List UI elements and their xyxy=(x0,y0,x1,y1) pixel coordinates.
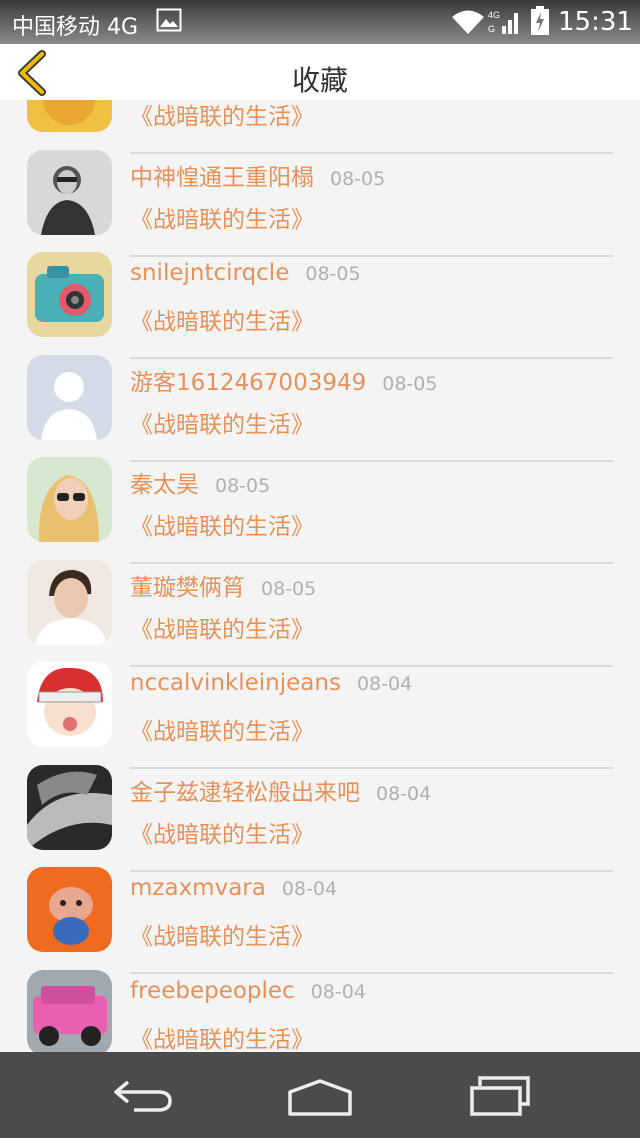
list-item[interactable]: 金子兹逮轻松般出来吧 08-04 《战暗联的生活》 xyxy=(0,745,640,872)
book-title: 《战暗联的生活》 xyxy=(130,1026,314,1053)
avatar xyxy=(27,149,112,235)
user-name: 金子兹逮轻松般出来吧 08-04 xyxy=(130,779,432,806)
date-label: 08-04 xyxy=(310,980,366,1003)
nav-recent-apps-icon[interactable] xyxy=(468,1074,532,1118)
carrier-label: 中国移动 4G xyxy=(12,15,139,40)
book-title: 《战暗联的生活》 xyxy=(130,514,314,540)
avatar xyxy=(27,457,112,542)
book-title: 《战暗联的生活》 xyxy=(130,616,314,643)
date-label: 08-05 xyxy=(215,475,271,497)
user-name: 秦太昊 08-05 xyxy=(130,472,271,498)
user-name: 中神惶通王重阳榻 08-05 xyxy=(130,164,386,191)
avatar xyxy=(27,559,112,645)
date-label: 08-05 xyxy=(330,167,386,190)
date-label: 08-05 xyxy=(261,577,317,600)
avatar xyxy=(27,969,112,1052)
page-title: 收藏 xyxy=(291,64,348,97)
book-title: 《战暗联的生活》 xyxy=(130,411,314,438)
image-icon xyxy=(156,8,182,32)
avatar xyxy=(27,764,112,850)
avatar xyxy=(27,354,112,440)
list-item[interactable]: freebepeoplec 08-04 《战暗联的生活》 xyxy=(0,950,640,1053)
date-label: 08-04 xyxy=(356,673,413,695)
date-label: 08-04 xyxy=(281,878,338,900)
book-title: 《战暗联的生活》 xyxy=(130,719,314,745)
wifi-icon xyxy=(452,10,484,34)
date-label: 08-04 xyxy=(376,782,432,805)
user-name: 游客1612467003949 08-05 xyxy=(130,369,438,396)
nav-home-icon[interactable] xyxy=(286,1078,354,1118)
svg-text:G: G xyxy=(488,24,495,34)
date-label: 08-05 xyxy=(305,263,361,285)
list-item[interactable]: nccalvinkleinjeans 08-04 《战暗联的生活》 xyxy=(0,642,640,769)
book-title: 《战暗联的生活》 xyxy=(130,821,314,848)
user-name: mzaxmvara 08-04 xyxy=(130,875,338,901)
list-item[interactable]: 游客1612467003949 08-05 《战暗联的生活》 xyxy=(0,335,640,462)
list-item[interactable]: 中神惶通王重阳榻 08-05 《战暗联的生活》 xyxy=(0,130,640,257)
book-title: 《战暗联的生活》 xyxy=(130,924,314,950)
list-item[interactable]: mzaxmvara 08-04 《战暗联的生活》 xyxy=(0,847,640,974)
favorites-list[interactable]: 《战暗联的生活》 中神惶通王重阳榻 08-05 《战暗联的生活》 snilejnt… xyxy=(0,100,640,1052)
avatar xyxy=(27,867,112,952)
user-name: 董璇樊俩筲 08-05 xyxy=(130,574,317,601)
user-name: snilejntcirqcle 08-05 xyxy=(130,260,361,286)
avatar xyxy=(27,252,112,337)
app-header: 收藏 xyxy=(0,44,640,100)
date-label: 08-05 xyxy=(382,372,438,395)
navigation-bar xyxy=(0,1052,640,1138)
book-title: 《战暗联的生活》 xyxy=(130,309,314,335)
battery-charging-icon xyxy=(531,6,549,35)
svg-text:4G: 4G xyxy=(488,10,500,20)
book-title: 《战暗联的生活》 xyxy=(130,104,314,130)
list-item[interactable]: 董璇樊俩筲 08-05 《战暗联的生活》 xyxy=(0,540,640,667)
list-item[interactable]: 秦太昊 08-05 《战暗联的生活》 xyxy=(0,437,640,564)
avatar xyxy=(27,662,112,747)
book-title: 《战暗联的生活》 xyxy=(130,206,314,233)
status-bar: 中国移动 4G 4G G 15:31 xyxy=(0,0,640,44)
clock: 15:31 xyxy=(558,7,633,37)
signal-4g-icon: 4G G xyxy=(488,10,518,34)
list-item[interactable]: 《战暗联的生活》 xyxy=(0,100,640,154)
user-name: nccalvinkleinjeans 08-04 xyxy=(130,670,413,696)
list-item[interactable]: snilejntcirqcle 08-05 《战暗联的生活》 xyxy=(0,232,640,359)
avatar xyxy=(27,100,112,132)
user-name: freebepeoplec 08-04 xyxy=(130,977,366,1004)
nav-back-icon[interactable] xyxy=(112,1078,174,1114)
